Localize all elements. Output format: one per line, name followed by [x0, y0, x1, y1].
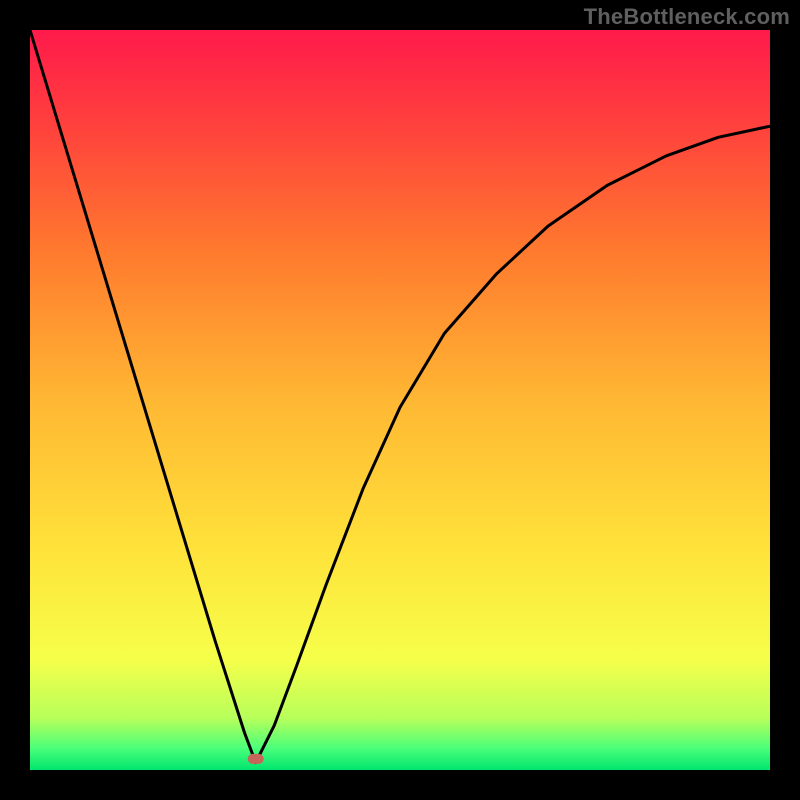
plot-area	[30, 30, 770, 770]
minimum-marker	[248, 754, 264, 764]
watermark-text: TheBottleneck.com	[584, 4, 790, 30]
chart-frame: TheBottleneck.com	[0, 0, 800, 800]
chart-svg	[30, 30, 770, 770]
